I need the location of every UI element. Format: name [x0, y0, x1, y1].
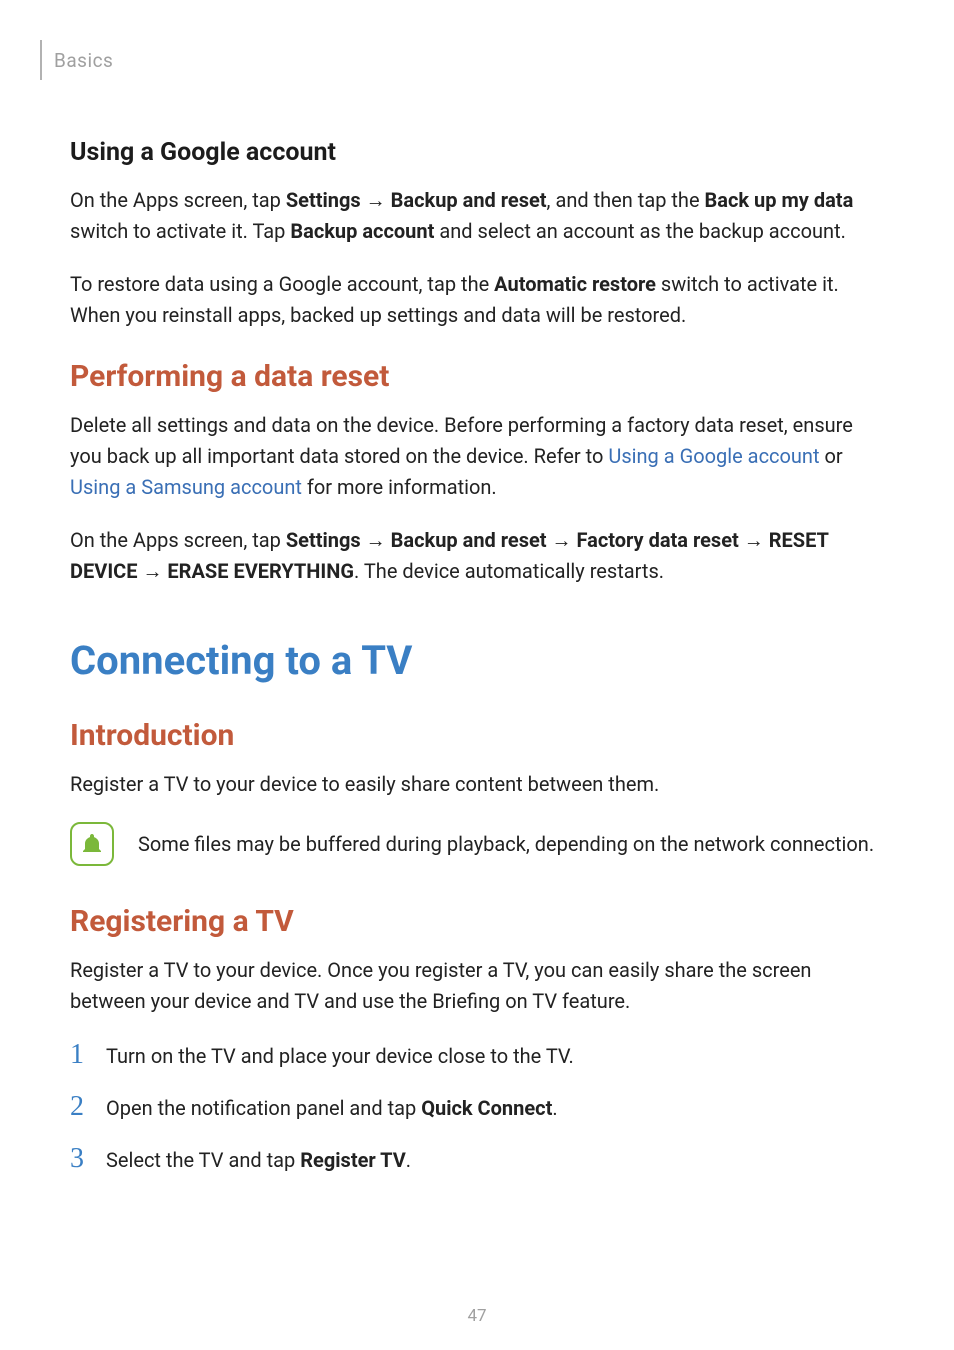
label-settings: Settings [286, 188, 361, 212]
chapter-row: Basics [40, 40, 884, 80]
step-number: 2 [70, 1091, 106, 1123]
label-erase-everything: ERASE EVERYTHING [167, 559, 354, 583]
page-content: Basics Using a Google account On the App… [0, 0, 954, 1175]
text: switch to activate it. Tap [70, 219, 290, 243]
heading-registering-a-tv: Registering a TV [70, 904, 884, 939]
text: or [820, 444, 843, 468]
label-quick-connect: Quick Connect [421, 1096, 552, 1120]
link-using-samsung-account[interactable]: Using a Samsung account [70, 475, 302, 499]
heading-performing-data-reset: Performing a data reset [70, 359, 884, 394]
step-3: 3 Select the TV and tap Register TV. [70, 1143, 884, 1175]
text: , and then tap the [547, 188, 705, 212]
text: → [739, 528, 769, 552]
step-number: 3 [70, 1143, 106, 1175]
text: → [361, 188, 391, 212]
heading-introduction: Introduction [70, 718, 884, 753]
label-settings: Settings [286, 528, 361, 552]
label-backup-reset: Backup and reset [391, 188, 547, 212]
paragraph-registering: Register a TV to your device. Once you r… [70, 955, 884, 1017]
note-bell-icon [70, 822, 114, 866]
text: On the Apps screen, tap [70, 528, 286, 552]
paragraph-google-1: On the Apps screen, tap Settings → Backu… [70, 185, 884, 247]
paragraph-intro: Register a TV to your device to easily s… [70, 769, 884, 800]
page-number: 47 [0, 1306, 954, 1326]
text: → [361, 528, 391, 552]
note-callout: Some files may be buffered during playba… [70, 822, 884, 866]
step-text: Turn on the TV and place your device clo… [106, 1041, 574, 1071]
text: Open the notification panel and tap [106, 1096, 421, 1120]
label-backup-reset: Backup and reset [391, 528, 547, 552]
label-factory-data-reset: Factory data reset [576, 528, 738, 552]
text: Turn on the TV and place your device clo… [106, 1044, 574, 1068]
text: → [138, 559, 168, 583]
chapter-label: Basics [54, 49, 113, 72]
text: for more information. [302, 475, 497, 499]
chapter-tick [40, 40, 42, 80]
paragraph-google-2: To restore data using a Google account, … [70, 269, 884, 331]
step-2: 2 Open the notification panel and tap Qu… [70, 1091, 884, 1123]
note-text: Some files may be buffered during playba… [138, 829, 874, 859]
step-1: 1 Turn on the TV and place your device c… [70, 1039, 884, 1071]
text: → [547, 528, 577, 552]
text: . The device automatically restarts. [354, 559, 664, 583]
step-number: 1 [70, 1039, 106, 1071]
text: . [406, 1148, 411, 1172]
link-using-google-account[interactable]: Using a Google account [608, 444, 819, 468]
text: Select the TV and tap [106, 1148, 300, 1172]
paragraph-reset-2: On the Apps screen, tap Settings → Backu… [70, 525, 884, 587]
text: and select an account as the backup acco… [434, 219, 846, 243]
text: On the Apps screen, tap [70, 188, 286, 212]
label-back-up-my-data: Back up my data [705, 188, 854, 212]
label-automatic-restore: Automatic restore [494, 272, 656, 296]
step-text: Open the notification panel and tap Quic… [106, 1093, 558, 1123]
label-backup-account: Backup account [290, 219, 434, 243]
heading-connecting-to-a-tv: Connecting to a TV [70, 637, 884, 684]
paragraph-reset-1: Delete all settings and data on the devi… [70, 410, 884, 503]
label-register-tv: Register TV [300, 1148, 406, 1172]
text: To restore data using a Google account, … [70, 272, 494, 296]
heading-using-google-account: Using a Google account [70, 138, 884, 167]
step-text: Select the TV and tap Register TV. [106, 1145, 411, 1175]
text: . [552, 1096, 557, 1120]
